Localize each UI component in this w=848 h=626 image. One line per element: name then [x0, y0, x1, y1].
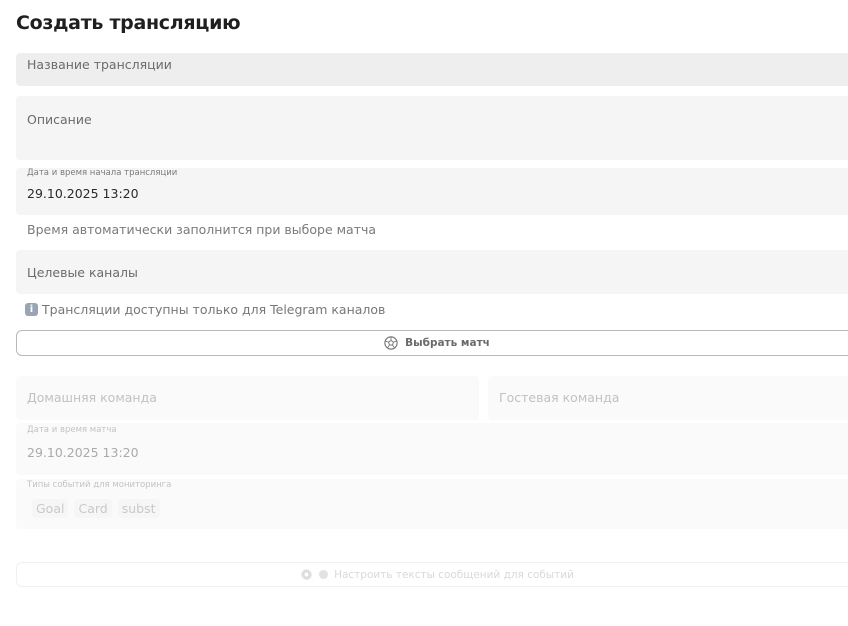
start-datetime-value: 29.10.2025 13:20: [27, 186, 139, 201]
soccer-ball-icon: [384, 336, 398, 350]
match-datetime-value: 29.10.2025 13:20: [27, 445, 139, 460]
channels-info-text: Трансляции доступны только для Telegram …: [42, 302, 386, 317]
match-datetime-field: Дата и время матча 29.10.2025 13:20: [16, 423, 848, 475]
gear-icon: [300, 568, 313, 581]
channels-info: i Трансляции доступны только для Telegra…: [25, 302, 385, 317]
stream-name-placeholder: Название трансляции: [27, 57, 172, 72]
select-match-button[interactable]: Выбрать матч: [16, 330, 848, 356]
home-team-input: Домашняя команда: [16, 376, 479, 420]
event-types-field: Типы событий для мониторинга Goal Card s…: [16, 479, 848, 529]
event-types-chips: Goal Card subst: [32, 499, 160, 518]
start-datetime-label: Дата и время начала трансляции: [27, 168, 178, 178]
start-datetime-field[interactable]: Дата и время начала трансляции 29.10.202…: [16, 168, 848, 215]
start-datetime-hint: Время автоматически заполнится при выбор…: [27, 222, 377, 237]
configure-texts-label: Настроить тексты сообщений для событий: [334, 568, 574, 581]
bullet-icon: [319, 570, 329, 579]
target-channels-placeholder: Целевые каналы: [27, 265, 138, 280]
configure-texts-button: Настроить тексты сообщений для событий: [16, 562, 848, 587]
select-match-label: Выбрать матч: [405, 337, 490, 349]
stream-name-input[interactable]: Название трансляции: [16, 53, 848, 86]
guest-team-input: Гостевая команда: [488, 376, 848, 420]
info-icon: i: [25, 303, 38, 316]
guest-team-placeholder: Гостевая команда: [499, 390, 620, 405]
match-datetime-label: Дата и время матча: [27, 425, 117, 435]
event-chip-card: Card: [74, 499, 112, 518]
event-chip-goal: Goal: [32, 499, 69, 518]
page-title: Создать трансляцию: [16, 12, 241, 34]
event-chip-subst: subst: [117, 499, 160, 518]
description-input[interactable]: Описание: [16, 96, 848, 160]
home-team-placeholder: Домашняя команда: [27, 390, 157, 405]
description-placeholder: Описание: [27, 112, 92, 127]
event-types-label: Типы событий для мониторинга: [27, 480, 172, 490]
target-channels-select[interactable]: Целевые каналы: [16, 250, 848, 294]
